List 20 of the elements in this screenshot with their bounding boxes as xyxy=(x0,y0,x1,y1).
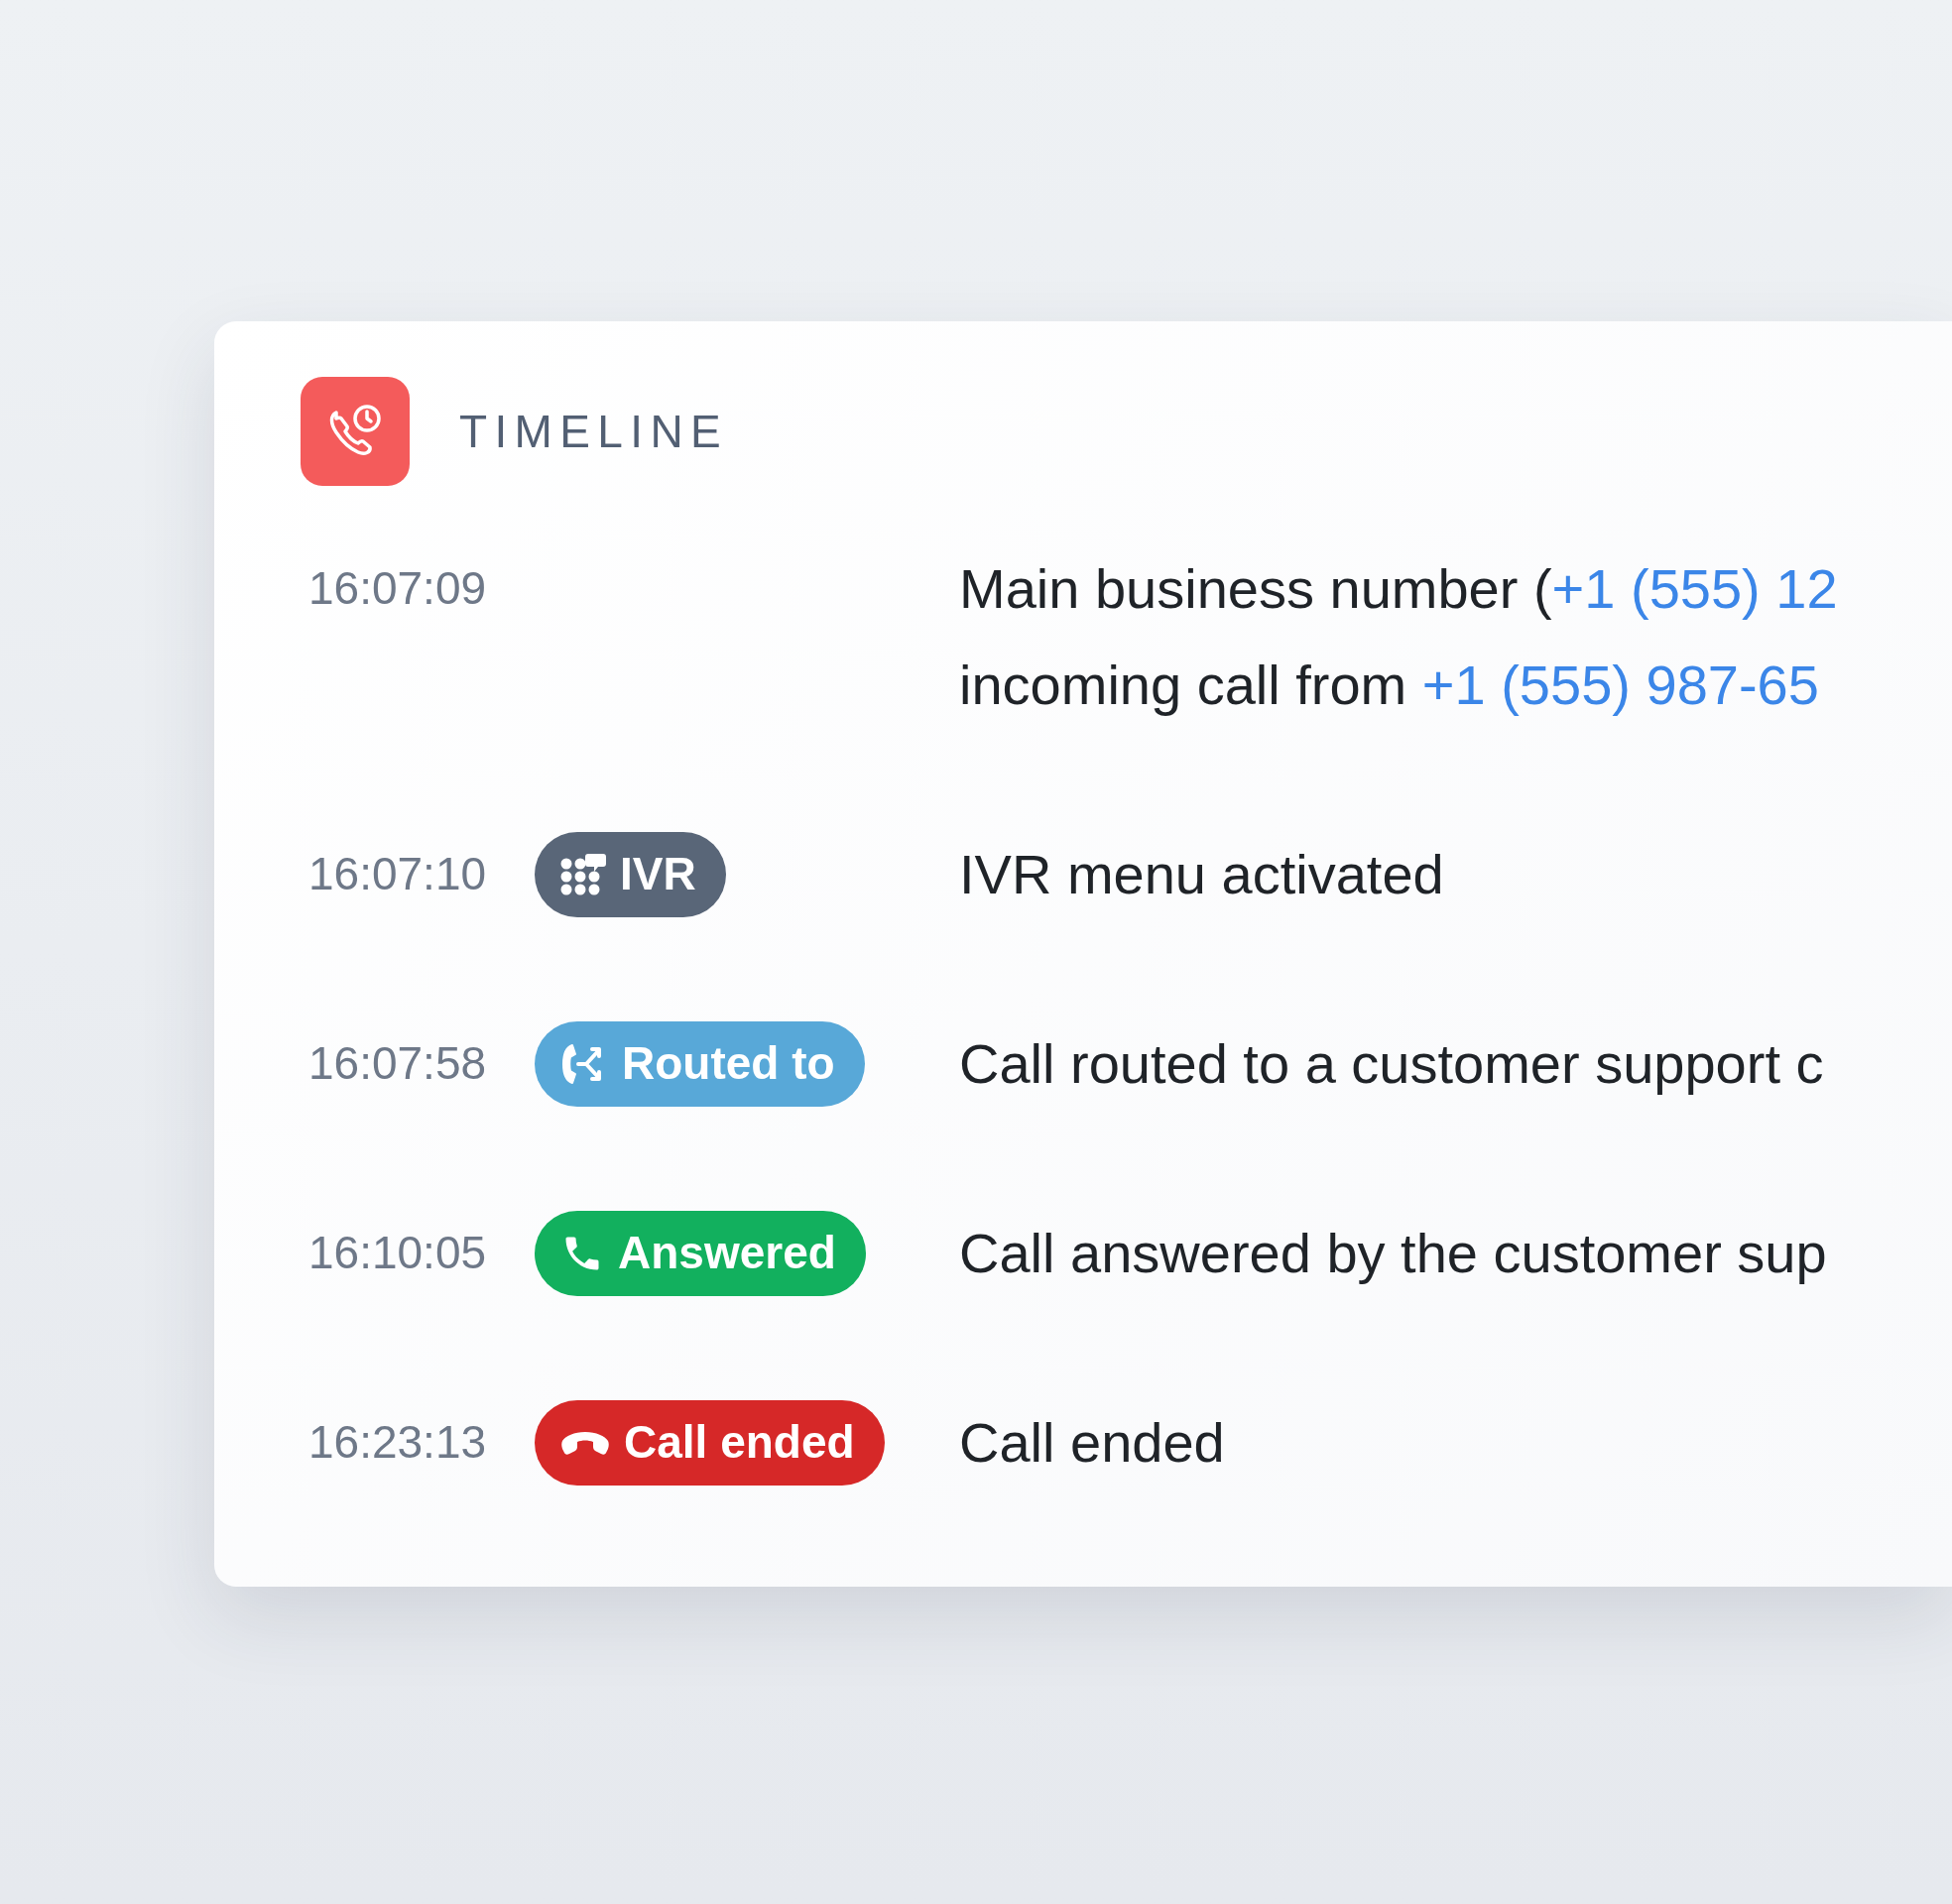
event-description: IVR menu activated xyxy=(959,842,1444,907)
event-time: 16:07:10 xyxy=(308,847,487,901)
badge-label: Call ended xyxy=(624,1415,855,1470)
badge-label: IVR xyxy=(620,847,696,901)
phone-link[interactable]: +1 (555) 12 xyxy=(1551,557,1838,620)
timeline-title: TIMELINE xyxy=(459,404,729,459)
event-time: 16:07:09 xyxy=(308,561,487,616)
keypad-icon xyxy=(560,851,606,897)
event-description: Call routed to a customer support c xyxy=(959,1031,1824,1097)
event-time: 16:23:13 xyxy=(308,1415,487,1470)
event-description: Call ended xyxy=(959,1410,1225,1476)
event-time: 16:10:05 xyxy=(308,1226,487,1280)
badge-label: Routed to xyxy=(622,1036,835,1091)
phone-clock-icon xyxy=(301,377,410,486)
badge-label: Answered xyxy=(618,1226,836,1280)
event-description: incoming call from +1 (555) 987-65 xyxy=(959,653,1820,718)
event-description: Main business number (+1 (555) 12 xyxy=(959,556,1838,622)
event-time: 16:07:58 xyxy=(308,1036,487,1091)
phone-link[interactable]: +1 (555) 987-65 xyxy=(1421,654,1819,716)
event-description: Call answered by the customer sup xyxy=(959,1221,1827,1286)
